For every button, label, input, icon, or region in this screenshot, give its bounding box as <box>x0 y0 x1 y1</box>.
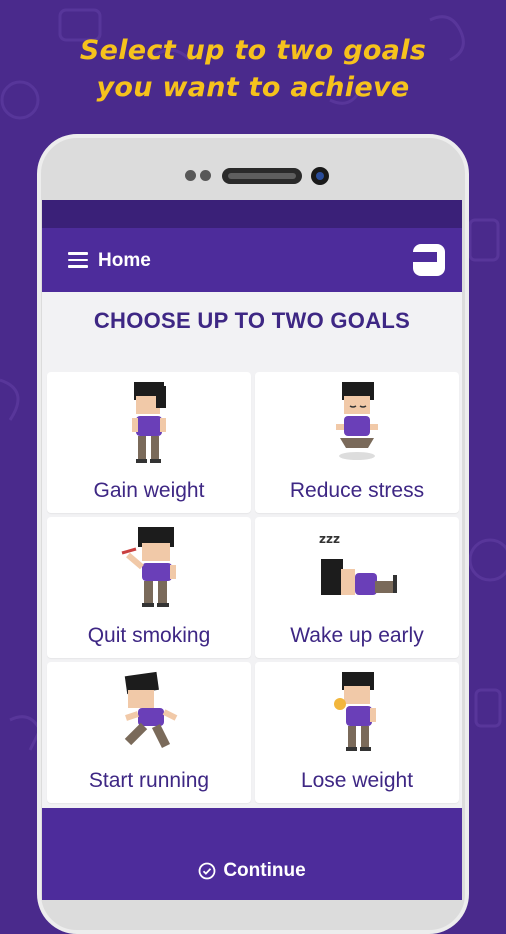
headline-line-1: Select up to two goals <box>79 35 427 66</box>
eating-person-icon <box>334 672 376 751</box>
goal-label: Quit smoking <box>87 624 211 647</box>
sleeping-person-icon: zzz <box>319 532 397 595</box>
phone-speaker <box>222 168 302 184</box>
continue-label: Continue <box>223 860 306 881</box>
goal-card-reduce-stress[interactable]: Reduce stress <box>255 372 459 513</box>
smoking-person-icon <box>121 527 176 607</box>
headline: Select up to two goals you want to achie… <box>0 32 506 106</box>
app-bar: Home <box>42 228 462 292</box>
footer-bar: Continue <box>42 808 462 900</box>
goal-label: Wake up early <box>290 624 424 647</box>
goal-label: Reduce stress <box>289 479 425 502</box>
headline-line-2: you want to achieve <box>96 72 410 103</box>
status-bar <box>42 200 462 228</box>
meditating-person-icon <box>336 382 378 460</box>
goal-card-wake-up-early[interactable]: zzz Wake up early <box>255 517 459 658</box>
goal-label: Lose weight <box>300 769 414 792</box>
goal-card-start-running[interactable]: Start running <box>47 662 251 803</box>
check-circle-icon <box>198 862 216 880</box>
goals-grid: Gain weight Reduce stress Quit smoking z… <box>47 372 459 803</box>
phone-sensor-dots <box>185 170 211 181</box>
goal-card-quit-smoking[interactable]: Quit smoking <box>47 517 251 658</box>
app-title: Home <box>98 250 151 271</box>
goal-label: Start running <box>88 769 210 792</box>
standing-person-icon <box>132 382 166 463</box>
continue-button[interactable]: Continue <box>42 860 462 882</box>
app-logo-icon[interactable] <box>412 243 446 277</box>
goal-label: Gain weight <box>93 479 205 502</box>
running-person-icon <box>124 671 178 749</box>
svg-text:zzz: zzz <box>319 532 340 546</box>
phone-camera <box>311 167 329 185</box>
section-title: CHOOSE UP TO TWO GOALS <box>93 308 411 333</box>
app-screen: Home CHOOSE UP TO TWO GOALS Gain weight <box>42 200 462 900</box>
goal-card-lose-weight[interactable]: Lose weight <box>255 662 459 803</box>
hamburger-menu-icon[interactable] <box>68 252 88 268</box>
goal-card-gain-weight[interactable]: Gain weight <box>47 372 251 513</box>
